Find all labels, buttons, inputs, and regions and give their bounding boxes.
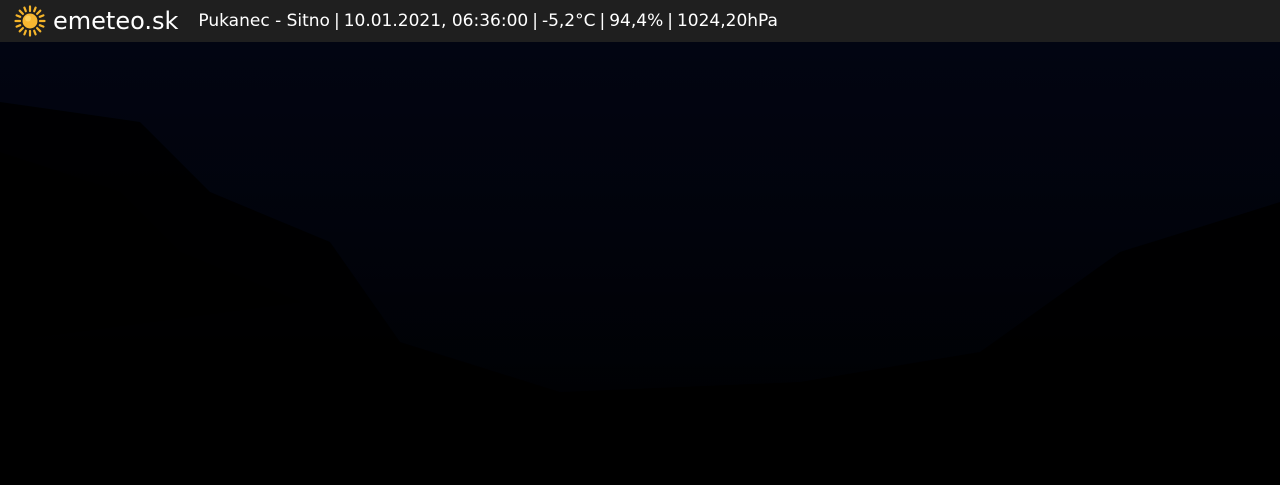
station-humidity: 94,4%: [609, 11, 664, 31]
separator: |: [333, 11, 340, 31]
separator: |: [599, 11, 606, 31]
webcam-image: [0, 42, 1280, 485]
separator: |: [667, 11, 673, 31]
station-pressure: 1024,20hPa: [676, 11, 778, 31]
station-info: Pukanec - Sitno | 10.01.2021, 06:36:00 | -5,…: [198, 0, 778, 42]
webcam-frame: emeteo.sk Pukanec - Sitno | 10.01.2021, 06…: [0, 0, 1280, 485]
separator: |: [532, 11, 538, 31]
station-temperature: -5,2°C: [541, 11, 596, 31]
brand-name: emeteo.sk: [53, 7, 179, 35]
station-datetime: 10.01.2021, 06:36:00: [343, 11, 529, 31]
station-location: Pukanec - Sitno: [198, 11, 330, 31]
sun-icon: [14, 5, 46, 37]
logo[interactable]: emeteo.sk: [14, 0, 178, 42]
webcam-header-bar: emeteo.sk Pukanec - Sitno | 10.01.2021, 06…: [0, 0, 1280, 42]
